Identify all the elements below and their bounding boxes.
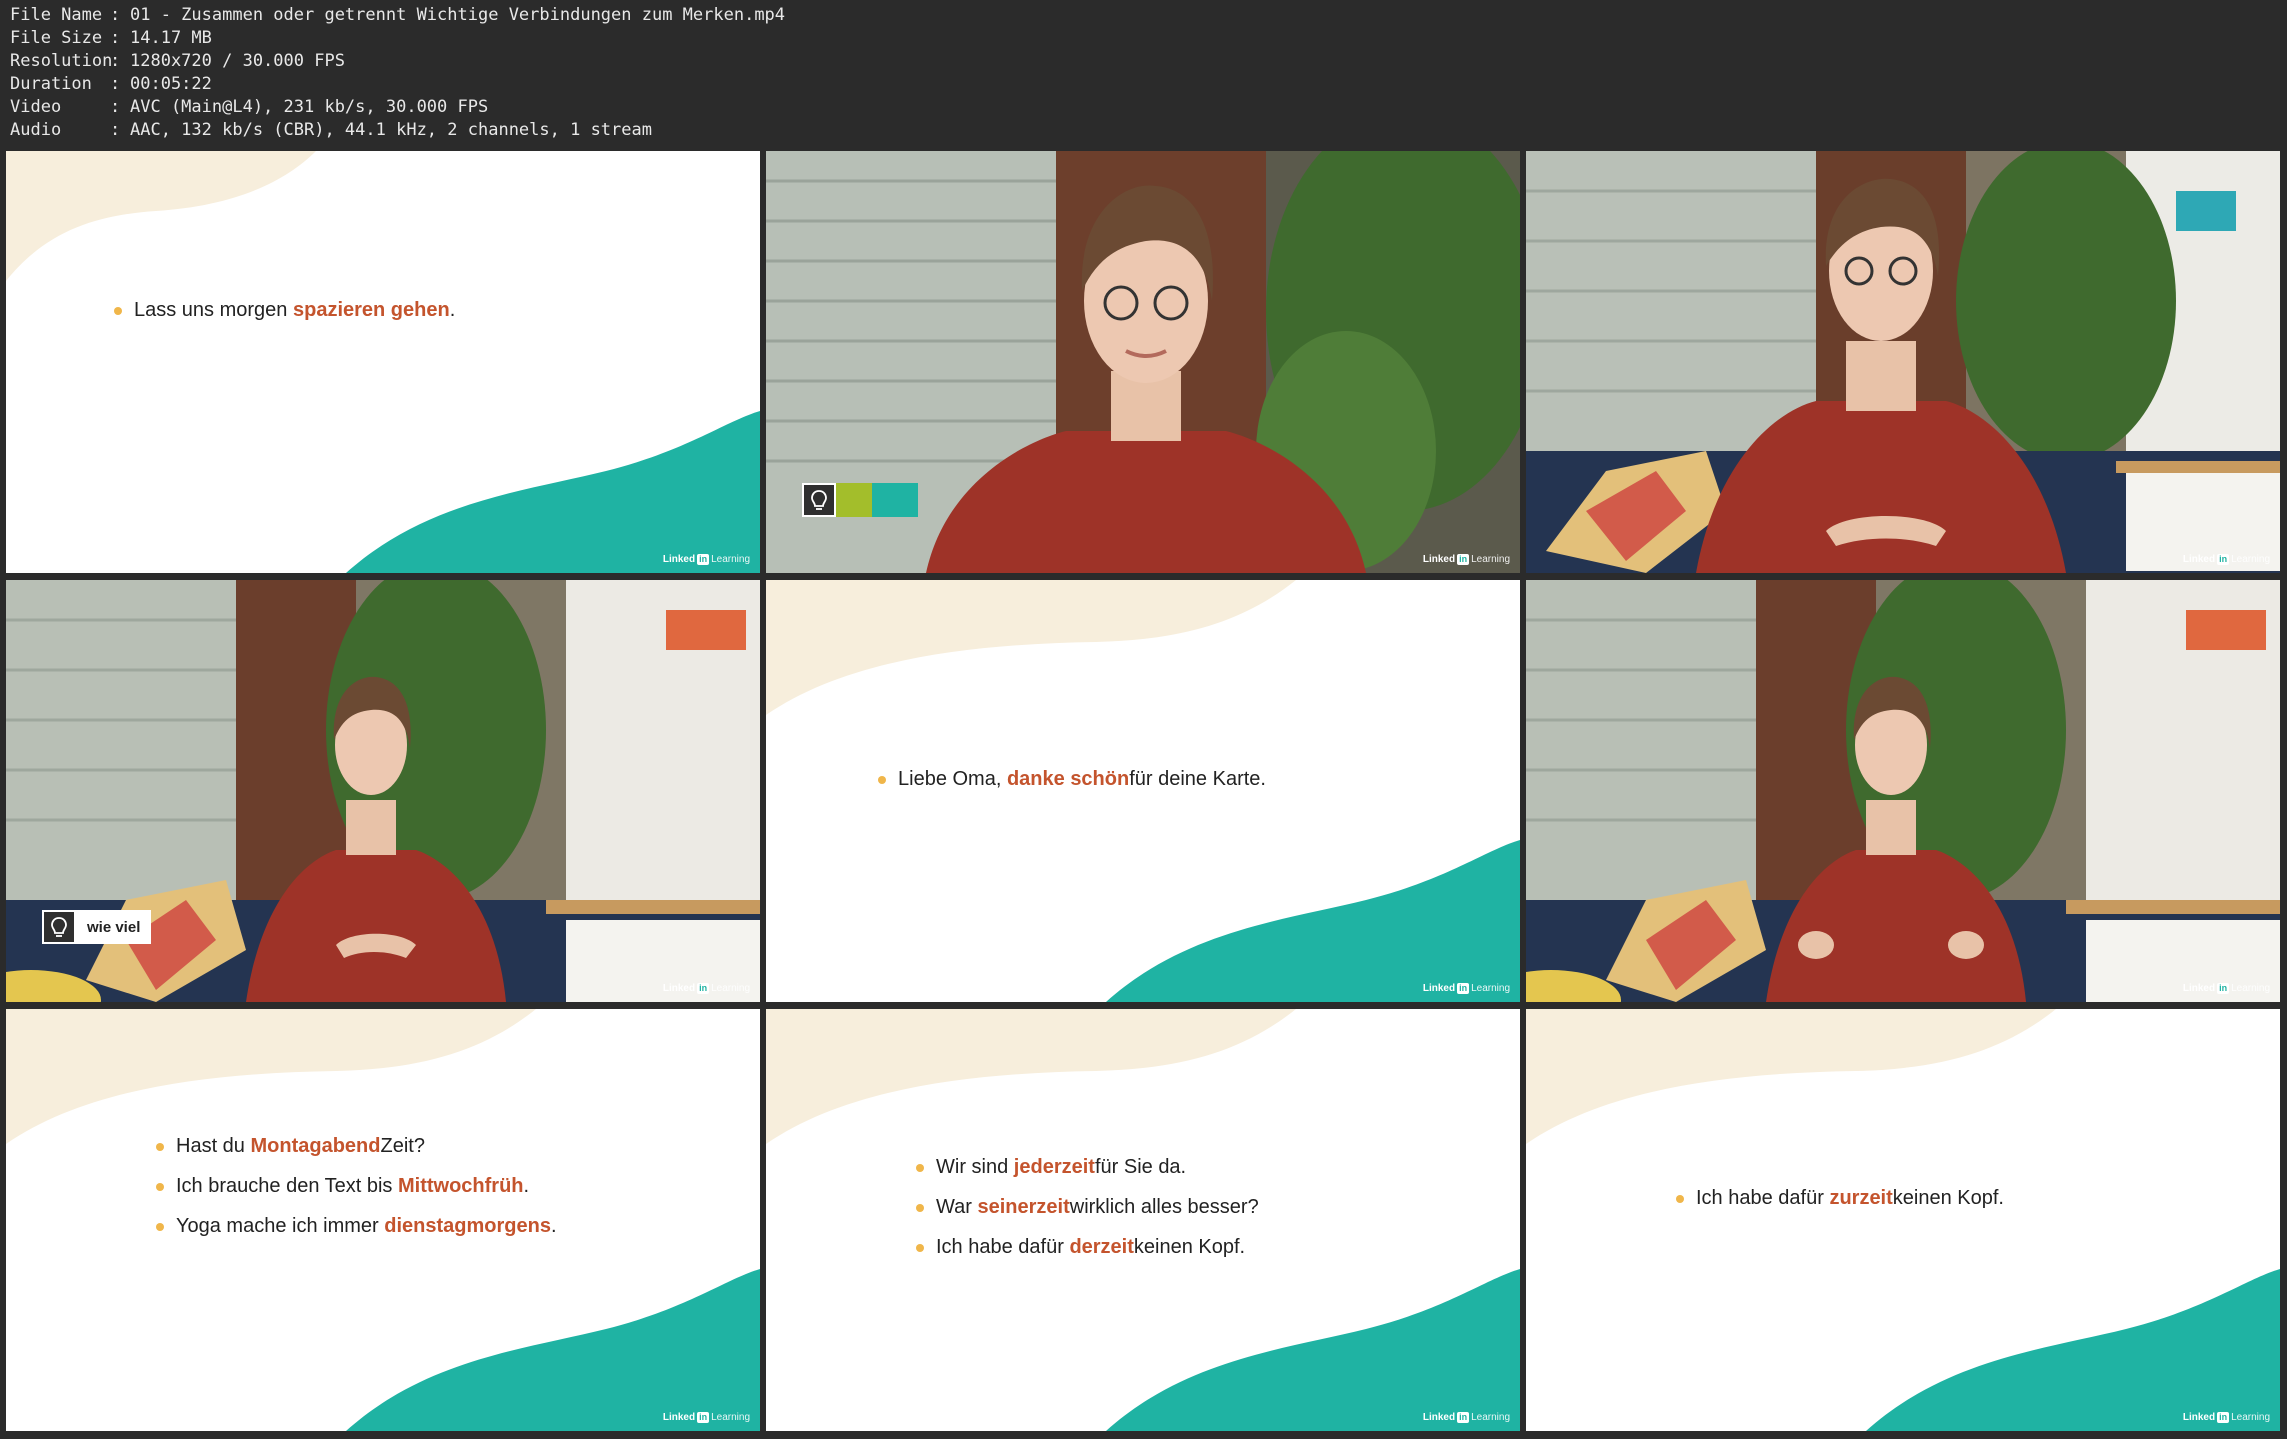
bullet-line: Lass uns morgen spazieren gehen. [114, 299, 760, 322]
video-frame-image [1526, 580, 2280, 1002]
bullet-dot [916, 1243, 924, 1252]
thumbnail-video-6[interactable]: Linked in Learning [1526, 580, 2280, 1002]
bullet-line: Ich brauche den Text bis Mittwochfrüh. [156, 1175, 760, 1198]
linkedin-learning-logo: Linked in Learning [1422, 983, 1510, 994]
video-frame-image [1526, 151, 2280, 573]
thumbnail-slide-5[interactable]: Liebe Oma, danke schön für deine Karte. … [766, 580, 1520, 1002]
bullet-dot [916, 1163, 924, 1172]
info-value: 00:05:22 [130, 74, 212, 94]
info-value: 1280x720 / 30.000 FPS [130, 51, 345, 71]
term-label: wie viel [76, 910, 152, 944]
bullet-line: Hast du Montagabend Zeit? [156, 1135, 760, 1158]
term-badge: wie viel [42, 910, 152, 944]
badge-green-block [836, 483, 872, 517]
linkedin-learning-logo: Linked in Learning [2182, 983, 2270, 994]
info-key: Resolution [10, 51, 113, 71]
bullet-line: Ich habe dafür derzeit keinen Kopf. [916, 1236, 1520, 1259]
bullet-line: Liebe Oma, danke schön für deine Karte. [878, 768, 1520, 791]
bullet-list: Liebe Oma, danke schön für deine Karte. [766, 580, 1520, 1002]
linkedin-learning-logo: Linked in Learning [662, 554, 750, 565]
linkedin-learning-logo: Linked in Learning [2182, 554, 2270, 565]
bullet-line: Yoga mache ich immer dienstagmorgens. [156, 1215, 760, 1238]
thumbnail-slide-7[interactable]: Hast du Montagabend Zeit? Ich brauche de… [6, 1009, 760, 1431]
info-row: Resolution: 1280x720 / 30.000 FPS [10, 51, 345, 71]
badge-teal-block [872, 483, 918, 517]
highlight-term: dienstagmorgens [384, 1215, 551, 1237]
thumbnail-slide-9[interactable]: Ich habe dafür zurzeit keinen Kopf. Link… [1526, 1009, 2280, 1431]
info-row: File Name: 01 - Zusammen oder getrennt W… [10, 5, 786, 25]
bullet-dot [114, 306, 122, 315]
file-info-panel: File Name: 01 - Zusammen oder getrennt W… [10, 4, 785, 142]
bulb-icon [42, 910, 76, 944]
linkedin-learning-logo: Linked in Learning [1422, 1412, 1510, 1423]
highlight-term: spazieren gehen [292, 299, 450, 321]
info-value: AAC, 132 kb/s (CBR), 44.1 kHz, 2 channel… [130, 120, 652, 140]
bullet-line: Wir sind jederzeit für Sie da. [916, 1156, 1520, 1179]
info-key: Video [10, 97, 62, 117]
bulb-icon [802, 483, 836, 517]
bullet-list: Wir sind jederzeit für Sie da. War seine… [766, 1009, 1520, 1431]
info-key: Duration [10, 74, 92, 94]
highlight-term: jederzeit [1013, 1156, 1095, 1178]
linkedin-learning-logo: Linked in Learning [662, 1412, 750, 1423]
thumbnail-video-3[interactable]: Linked in Learning [1526, 151, 2280, 573]
info-value: AVC (Main@L4), 231 kb/s, 30.000 FPS [130, 97, 489, 117]
bullet-line: War seinerzeit wirklich alles besser? [916, 1196, 1520, 1219]
bullet-list: Ich habe dafür zurzeit keinen Kopf. [1526, 1009, 2280, 1431]
info-value: 14.17 MB [130, 28, 212, 48]
info-value: 01 - Zusammen oder getrennt Wichtige Ver… [130, 5, 786, 25]
highlight-term: derzeit [1069, 1236, 1134, 1258]
tip-badge [802, 483, 918, 517]
linkedin-learning-logo: Linked in Learning [2182, 1412, 2270, 1423]
thumbnail-video-2[interactable]: Linked in Learning [766, 151, 1520, 573]
thumbnail-slide-8[interactable]: Wir sind jederzeit für Sie da. War seine… [766, 1009, 1520, 1431]
bullet-dot [1676, 1194, 1684, 1203]
info-key: Audio [10, 120, 62, 140]
highlight-term: seinerzeit [977, 1196, 1070, 1218]
highlight-term: danke schön [1006, 768, 1130, 790]
thumbnail-video-4[interactable]: wie viel Linked in Learning [6, 580, 760, 1002]
info-row: Video: AVC (Main@L4), 231 kb/s, 30.000 F… [10, 97, 489, 117]
bullet-dot [916, 1203, 924, 1212]
info-row: Duration: 00:05:22 [10, 74, 212, 94]
linkedin-learning-logo: Linked in Learning [1422, 554, 1510, 565]
bullet-dot [878, 775, 886, 784]
info-key: File Size [10, 28, 103, 48]
thumbnail-grid: Lass uns morgen spazieren gehen. Linked i… [6, 151, 2280, 1431]
bullet-line: Ich habe dafür zurzeit keinen Kopf. [1676, 1187, 2280, 1210]
linkedin-learning-logo: Linked in Learning [662, 983, 750, 994]
bullet-list: Lass uns morgen spazieren gehen. [6, 151, 760, 573]
bullet-dot [156, 1182, 164, 1191]
highlight-term: Montagabend [250, 1135, 381, 1157]
bullet-dot [156, 1222, 164, 1231]
bullet-dot [156, 1142, 164, 1151]
highlight-term: Mittwochfrüh [398, 1175, 524, 1197]
info-key: File Name [10, 5, 103, 25]
info-row: File Size: 14.17 MB [10, 28, 212, 48]
info-row: Audio: AAC, 132 kb/s (CBR), 44.1 kHz, 2 … [10, 120, 652, 140]
bullet-list: Hast du Montagabend Zeit? Ich brauche de… [6, 1009, 760, 1431]
thumbnail-slide-1[interactable]: Lass uns morgen spazieren gehen. Linked i… [6, 151, 760, 573]
highlight-term: zurzeit [1829, 1187, 1893, 1209]
